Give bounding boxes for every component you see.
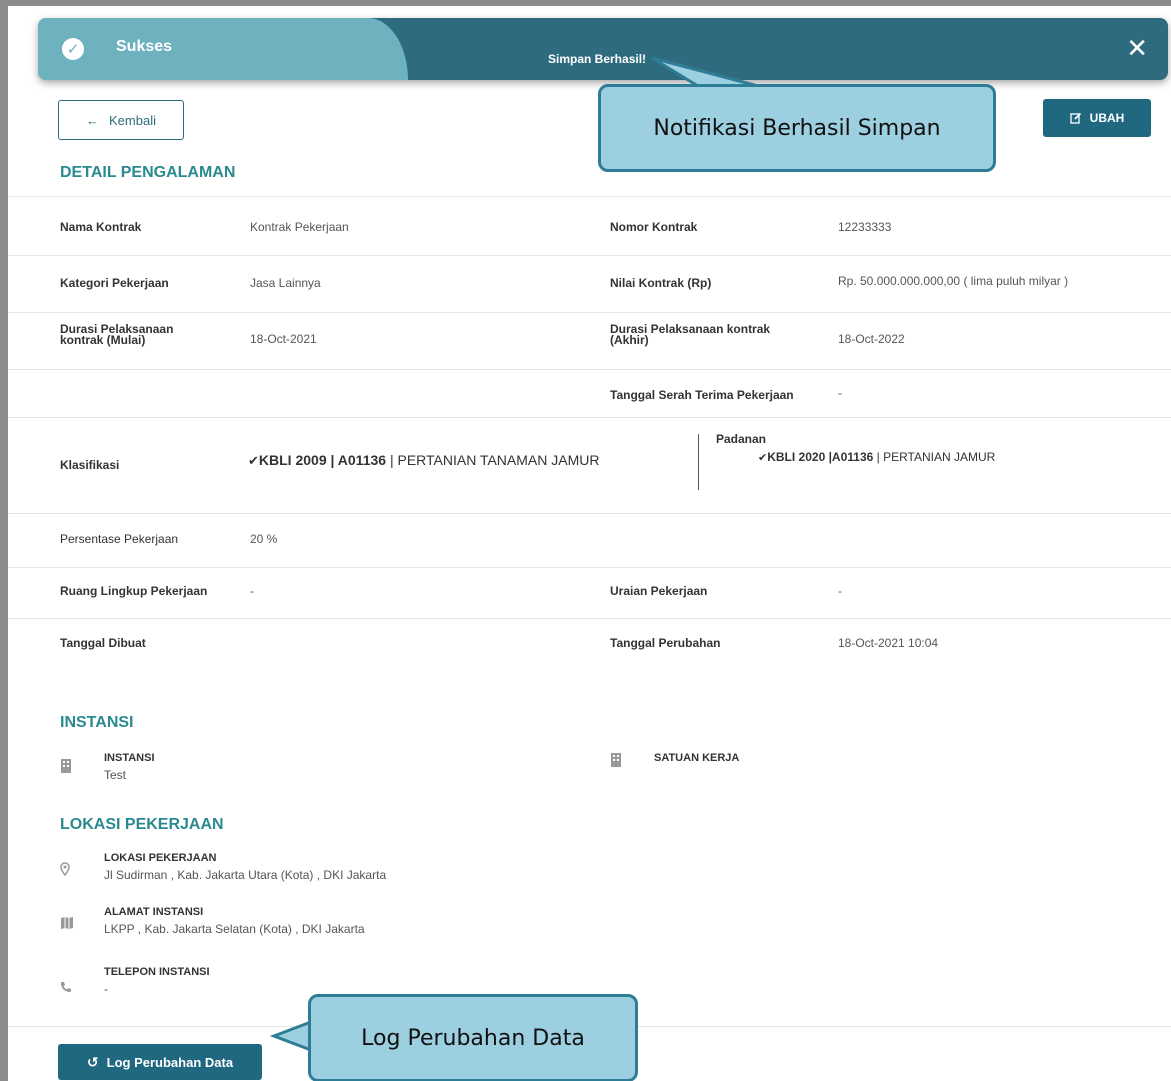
callout-log-text: Log Perubahan Data bbox=[361, 1025, 585, 1051]
nilai-kontrak-label: Nilai Kontrak (Rp) bbox=[610, 276, 712, 290]
arrow-left-icon: ← bbox=[86, 112, 100, 128]
page-frame: ✓ Sukses Simpan Berhasil! ✕ ← Kembali UB… bbox=[0, 0, 1171, 1081]
klasifikasi-separator bbox=[698, 434, 699, 490]
klasifikasi-name: | PERTANIAN TANAMAN JAMUR bbox=[386, 452, 600, 468]
padanan-name: | PERTANIAN JAMUR bbox=[873, 450, 996, 464]
lokasi-value: Jl Sudirman , Kab. Jakarta Utara (Kota) … bbox=[104, 868, 387, 882]
check-circle-icon: ✓ bbox=[62, 38, 84, 60]
uraian-label: Uraian Pekerjaan bbox=[610, 584, 708, 598]
close-icon[interactable]: ✕ bbox=[1126, 35, 1148, 61]
callout-notifikasi: Notifikasi Berhasil Simpan bbox=[598, 84, 996, 172]
durasi-mulai-value: 18-Oct-2021 bbox=[250, 332, 317, 346]
success-toast: ✓ Sukses Simpan Berhasil! ✕ bbox=[38, 18, 1168, 80]
divider bbox=[8, 417, 1171, 418]
instansi-value: Test bbox=[104, 768, 127, 782]
history-icon: ↺ bbox=[86, 1053, 99, 1070]
padanan-value: ✔KBLI 2020 |A01136 | PERTANIAN JAMUR bbox=[758, 450, 995, 464]
durasi-mulai-label: Durasi Pelaksanaan kontrak (Mulai) bbox=[60, 323, 173, 347]
divider bbox=[8, 312, 1171, 313]
divider bbox=[8, 196, 1171, 197]
instansi-label: INSTANSI bbox=[104, 752, 155, 764]
ruang-lingkup-label: Ruang Lingkup Pekerjaan bbox=[60, 584, 208, 598]
log-perubahan-button[interactable]: ↺ Log Perubahan Data bbox=[58, 1044, 262, 1080]
kategori-label: Kategori Pekerjaan bbox=[60, 276, 169, 290]
divider bbox=[8, 255, 1171, 256]
divider bbox=[8, 513, 1171, 514]
edit-icon bbox=[1070, 112, 1081, 124]
back-button[interactable]: ← Kembali bbox=[58, 100, 184, 140]
edit-button-label: UBAH bbox=[1089, 111, 1125, 125]
divider bbox=[8, 369, 1171, 370]
padanan-label: Padanan bbox=[716, 432, 767, 446]
klasifikasi-code: KBLI 2009 | A01136 bbox=[258, 452, 387, 468]
lokasi-title: LOKASI PEKERJAAN bbox=[60, 816, 224, 833]
instansi-title: INSTANSI bbox=[60, 714, 134, 731]
nilai-kontrak-value: Rp. 50.000.000.000,00 ( lima puluh milya… bbox=[838, 274, 1069, 288]
serah-terima-value: - bbox=[838, 386, 842, 400]
check-circle-icon: ✔ bbox=[248, 453, 259, 468]
building-icon bbox=[60, 758, 72, 777]
durasi-akhir-label: Durasi Pelaksanaan kontrak (Akhir) bbox=[610, 323, 770, 347]
divider bbox=[8, 567, 1171, 568]
uraian-value: - bbox=[838, 584, 842, 598]
tanggal-perubahan-label: Tanggal Perubahan bbox=[610, 636, 721, 650]
log-perubahan-label: Log Perubahan Data bbox=[106, 1054, 234, 1070]
phone-icon bbox=[60, 980, 72, 996]
edit-button[interactable]: UBAH bbox=[1043, 99, 1151, 137]
nomor-kontrak-label: Nomor Kontrak bbox=[610, 220, 698, 234]
klasifikasi-label: Klasifikasi bbox=[60, 458, 120, 472]
telepon-instansi-value: - bbox=[104, 982, 108, 996]
ruang-lingkup-value: - bbox=[250, 584, 254, 598]
telepon-instansi-label: TELEPON INSTANSI bbox=[104, 966, 210, 978]
toast-accent bbox=[38, 18, 408, 80]
lokasi-label: LOKASI PEKERJAAN bbox=[104, 852, 217, 864]
satuan-kerja-label: SATUAN KERJA bbox=[654, 752, 740, 764]
durasi-mulai-label-line-2: kontrak (Mulai) bbox=[60, 333, 146, 347]
toast-title: Sukses bbox=[116, 38, 173, 55]
divider bbox=[8, 618, 1171, 619]
kategori-value: Jasa Lainnya bbox=[250, 276, 321, 290]
alamat-instansi-label: ALAMAT INSTANSI bbox=[104, 906, 204, 918]
nama-kontrak-value: Kontrak Pekerjaan bbox=[250, 220, 349, 234]
back-button-label: Kembali bbox=[109, 112, 156, 128]
tanggal-perubahan-value: 18-Oct-2021 10:04 bbox=[838, 636, 939, 650]
toast-message: Simpan Berhasil! bbox=[548, 52, 647, 66]
nama-kontrak-label: Nama Kontrak bbox=[60, 220, 142, 234]
persentase-value: 20 % bbox=[250, 532, 278, 546]
map-pin-icon bbox=[60, 862, 70, 879]
klasifikasi-value: ✔KBLI 2009 | A01136 | PERTANIAN TANAMAN … bbox=[248, 452, 599, 469]
alamat-instansi-value: LKPP , Kab. Jakarta Selatan (Kota) , DKI… bbox=[104, 922, 365, 936]
durasi-akhir-value: 18-Oct-2022 bbox=[838, 332, 905, 346]
serah-terima-label: Tanggal Serah Terima Pekerjaan bbox=[610, 388, 794, 402]
check-circle-icon: ✔ bbox=[758, 452, 768, 464]
nomor-kontrak-value: 12233333 bbox=[838, 220, 892, 234]
callout-notifikasi-text: Notifikasi Berhasil Simpan bbox=[653, 115, 941, 141]
detail-title: DETAIL PENGALAMAN bbox=[60, 164, 236, 181]
map-icon bbox=[60, 916, 74, 933]
tanggal-dibuat-label: Tanggal Dibuat bbox=[60, 636, 146, 650]
padanan-code: KBLI 2020 |A01136 bbox=[767, 450, 874, 464]
building-icon bbox=[610, 752, 622, 771]
callout-log: Log Perubahan Data bbox=[308, 994, 638, 1081]
durasi-akhir-label-line-2: (Akhir) bbox=[610, 333, 649, 347]
persentase-label: Persentase Pekerjaan bbox=[60, 532, 179, 546]
